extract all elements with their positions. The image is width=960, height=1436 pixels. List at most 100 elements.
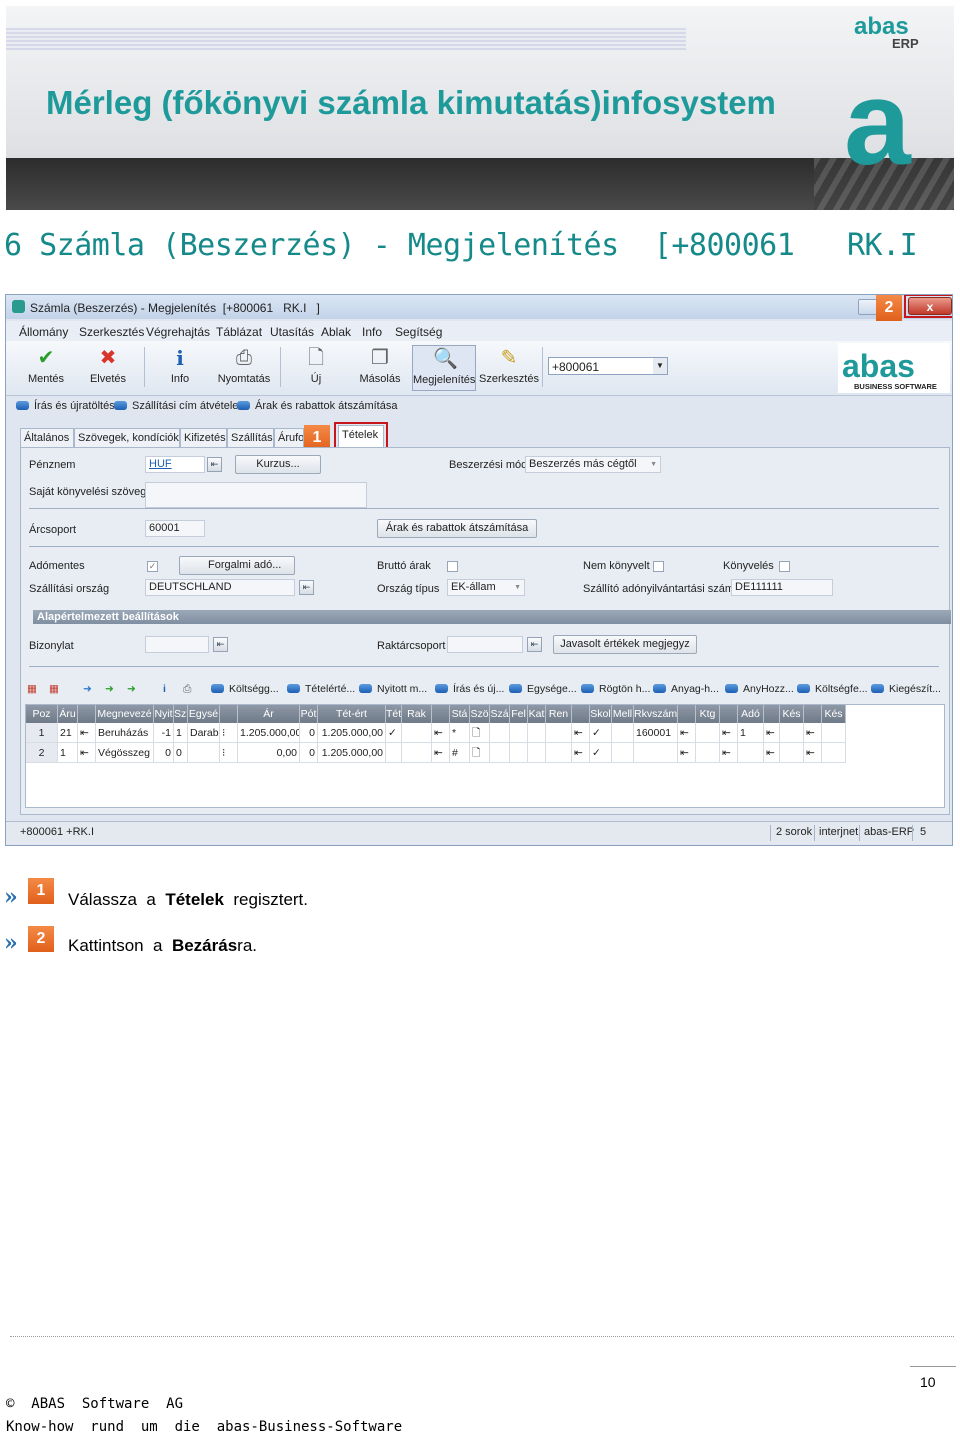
grid-cell[interactable]: * <box>450 723 470 743</box>
lookup-icon[interactable]: ⇤ <box>299 580 314 595</box>
grid-header-cell[interactable]: Adó <box>738 705 764 723</box>
grid-header-cell[interactable]: Rak <box>402 705 432 723</box>
action-recalc-prices[interactable]: Árak és rabattok átszámítása <box>237 400 397 412</box>
grid-header-cell[interactable] <box>572 705 590 723</box>
printer-icon[interactable]: ⎙ <box>183 683 191 696</box>
grid-cell[interactable]: ✓ <box>590 743 612 763</box>
grid-header-cell[interactable]: Szá <box>490 705 510 723</box>
grid-header-cell[interactable]: Skol <box>590 705 612 723</box>
grid-cell[interactable]: ⇤ <box>804 723 822 743</box>
grid-cell[interactable]: ✓ <box>590 723 612 743</box>
arcsoport-input[interactable]: 60001 <box>145 520 205 537</box>
grid-header-cell[interactable]: Szö <box>470 705 490 723</box>
grid-cell[interactable] <box>612 743 634 763</box>
grid-tool-anyhozz[interactable]: AnyHozz... <box>725 683 794 695</box>
grid-cell[interactable]: ✓ <box>386 723 402 743</box>
grid-cell[interactable]: ⇤ <box>764 743 780 763</box>
new-button[interactable]: 🗋 Új <box>286 345 346 391</box>
grid-tool-koltsegfe[interactable]: Költségfe... <box>797 683 868 695</box>
save-button[interactable]: ✔ Mentés <box>16 345 76 391</box>
grid-tool-nyitott[interactable]: Nyitott m... <box>359 683 427 695</box>
grid-tool-tetelertek[interactable]: Tételérté... <box>287 683 355 695</box>
grid-cell[interactable]: 1.205.000,00 <box>238 723 300 743</box>
grid-cell[interactable]: 1.205.000,00 <box>318 723 386 743</box>
grid-header-cell[interactable]: Nyit <box>154 705 174 723</box>
menu-ablak[interactable]: Ablak <box>321 325 351 339</box>
grid-cell[interactable]: 1 <box>174 723 188 743</box>
grid-header-cell[interactable] <box>804 705 822 723</box>
grid-header-cell[interactable] <box>720 705 738 723</box>
grid-cell[interactable] <box>402 743 432 763</box>
grid-cell[interactable] <box>696 743 720 763</box>
grid-header-cell[interactable]: Rkvszám <box>634 705 678 723</box>
beszerzesi-mod-select[interactable]: Beszerzés más cégtől ▼ <box>525 456 661 473</box>
grid-cell[interactable]: ⇤ <box>432 723 450 743</box>
grid-cell[interactable] <box>490 743 510 763</box>
chevron-down-icon[interactable]: ▼ <box>653 358 667 374</box>
row-number-cell[interactable]: 2 <box>26 743 58 763</box>
grid-header-cell[interactable]: Tét-ért <box>318 705 386 723</box>
menu-segitseg[interactable]: Segítség <box>395 325 442 339</box>
grid-header-cell[interactable]: Egysé <box>188 705 220 723</box>
grid-tool-icon[interactable]: ➜ <box>127 683 136 695</box>
grid-header-cell[interactable]: Mell <box>612 705 634 723</box>
grid-cell[interactable]: Darab <box>188 723 220 743</box>
grid-cell[interactable]: ⇤ <box>572 743 590 763</box>
grid-cell[interactable]: -1 <box>154 723 174 743</box>
grid-cell[interactable]: ⇤ <box>678 743 696 763</box>
javasolt-ertekek-button[interactable]: Javasolt értékek megjegyz <box>553 635 697 654</box>
grid-tool-kiegeszit[interactable]: Kiegészít... <box>871 683 941 695</box>
grid-cell[interactable] <box>738 743 764 763</box>
grid-cell[interactable]: 1 <box>738 723 764 743</box>
menu-szerkesztes[interactable]: Szerkesztés <box>79 325 144 339</box>
szallito-ado-input[interactable]: DE111111 <box>731 579 833 596</box>
grid-cell[interactable]: 0 <box>300 743 318 763</box>
grid-header-cell[interactable] <box>220 705 238 723</box>
grid-tool-icon[interactable]: ▦ <box>27 683 37 695</box>
grid-tool-anyag[interactable]: Anyag-h... <box>653 683 719 695</box>
grid-cell[interactable] <box>528 743 546 763</box>
orszag-tipus-select[interactable]: EK-állam ▼ <box>447 579 525 596</box>
grid-cell[interactable]: Végösszeg <box>96 743 154 763</box>
grid-cell[interactable]: ⇤ <box>764 723 780 743</box>
grid-tool-koltseg[interactable]: Költségg... <box>211 683 279 695</box>
grid-cell[interactable] <box>612 723 634 743</box>
grid-header-cell[interactable] <box>678 705 696 723</box>
action-take-address[interactable]: Szállítási cím átvétele <box>114 400 238 412</box>
grid-header-cell[interactable]: Stá <box>450 705 470 723</box>
sajat-konyvelesi-input[interactable] <box>145 482 367 508</box>
grid-cell[interactable]: 0 <box>300 723 318 743</box>
grid-cell[interactable]: 1.205.000,00 <box>318 743 386 763</box>
grid-cell[interactable]: 0,00 <box>238 743 300 763</box>
tab-altalanos[interactable]: Általános <box>20 428 74 447</box>
lookup-icon[interactable]: ⇤ <box>213 637 228 652</box>
grid-cell[interactable]: ⁝ <box>220 723 238 743</box>
grid-cell[interactable]: ⇤ <box>78 723 96 743</box>
tab-szallitas[interactable]: Szállítás <box>227 428 274 447</box>
grid-cell[interactable] <box>634 743 678 763</box>
grid-tool-rogton[interactable]: Rögtön h... <box>581 683 650 695</box>
command-combobox[interactable]: +800061 ▼ <box>548 357 668 375</box>
grid-cell[interactable]: ⇤ <box>720 723 738 743</box>
grid-cell[interactable]: 160001 <box>634 723 678 743</box>
grid-cell[interactable] <box>386 743 402 763</box>
kurzus-button[interactable]: Kurzus... <box>235 455 321 474</box>
penznem-input[interactable]: HUF <box>145 456 205 473</box>
grid-header-cell[interactable]: Ren <box>546 705 572 723</box>
grid-cell[interactable] <box>510 743 528 763</box>
grid-tool-icon[interactable]: ➜ <box>105 683 114 695</box>
arak-rabattok-button[interactable]: Árak és rabattok átszámítása <box>377 519 537 538</box>
grid-header-cell[interactable]: Fel <box>510 705 528 723</box>
grid-cell[interactable]: ⇤ <box>78 743 96 763</box>
tab-kifizetes[interactable]: Kifizetés <box>180 428 227 447</box>
discard-button[interactable]: ✖ Elvetés <box>78 345 138 391</box>
grid-cell[interactable]: 0 <box>154 743 174 763</box>
grid-cell[interactable] <box>696 723 720 743</box>
grid-header-cell[interactable]: Szl <box>174 705 188 723</box>
brutto-arak-checkbox[interactable] <box>447 561 458 572</box>
grid-cell[interactable] <box>546 723 572 743</box>
grid-header-cell[interactable]: Áru <box>58 705 78 723</box>
grid-tool-icon[interactable]: ➜ <box>83 683 92 695</box>
grid-cell[interactable] <box>188 743 220 763</box>
grid-cell[interactable]: 🗋 <box>470 723 490 743</box>
